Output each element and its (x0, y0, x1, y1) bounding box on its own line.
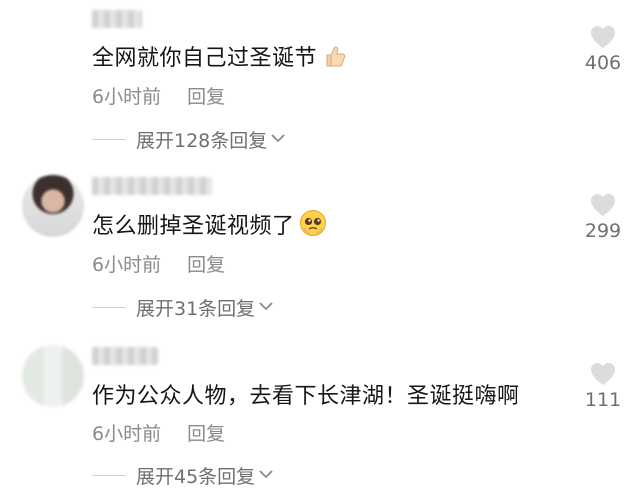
timestamp: 6小时前 (92, 254, 162, 276)
comment-meta: 6小时前 回复 (92, 419, 225, 446)
timestamp: 6小时前 (92, 86, 162, 108)
heart-icon (591, 194, 615, 216)
expand-replies-button[interactable]: 展开31条回复 (92, 294, 275, 320)
timestamp: 6小时前 (92, 423, 162, 445)
comment-item: 怎么删掉圣诞视频了 6小时前 回复 展开31条回复 299 (0, 165, 640, 335)
like-button[interactable]: 299 (578, 192, 628, 242)
reply-button[interactable]: 回复 (187, 423, 225, 445)
comment-item: 作为公众人物，去看下长津湖！圣诞挺嗨啊 6小时前 回复 展开45条回复 111 (0, 335, 640, 499)
comment-text: 全网就你自己过圣诞节 (92, 40, 347, 75)
expand-replies-button[interactable]: 展开45条回复 (92, 462, 275, 488)
comment-item: 全网就你自己过圣诞节 6小时前 回复 展开128条回复 406 (0, 0, 640, 165)
like-button[interactable]: 406 (578, 24, 628, 74)
chevron-down-icon (269, 130, 287, 149)
divider-line (92, 475, 126, 476)
username-blurred[interactable] (92, 347, 158, 365)
avatar[interactable] (22, 175, 84, 237)
like-button[interactable]: 111 (578, 361, 628, 411)
like-count: 111 (584, 389, 622, 411)
comment-text: 怎么删掉圣诞视频了 (92, 208, 327, 243)
chevron-down-icon (257, 298, 275, 317)
chevron-down-icon (257, 466, 275, 485)
comment-meta: 6小时前 回复 (92, 250, 225, 277)
username-blurred[interactable] (92, 10, 142, 28)
comment-meta: 6小时前 回复 (92, 82, 225, 109)
thumbs-up-icon (321, 43, 347, 75)
username-blurred[interactable] (92, 177, 212, 195)
comment-text: 作为公众人物，去看下长津湖！圣诞挺嗨啊 (92, 384, 520, 409)
reply-button[interactable]: 回复 (187, 254, 225, 276)
expand-replies-button[interactable]: 展开128条回复 (92, 126, 287, 152)
reply-button[interactable]: 回复 (187, 86, 225, 108)
like-count: 406 (584, 52, 622, 74)
avatar[interactable] (22, 345, 84, 407)
divider-line (92, 139, 126, 140)
divider-line (92, 307, 126, 308)
like-count: 299 (584, 220, 622, 242)
heart-icon (591, 363, 615, 385)
pleading-face-icon (299, 209, 327, 243)
heart-icon (591, 26, 615, 48)
